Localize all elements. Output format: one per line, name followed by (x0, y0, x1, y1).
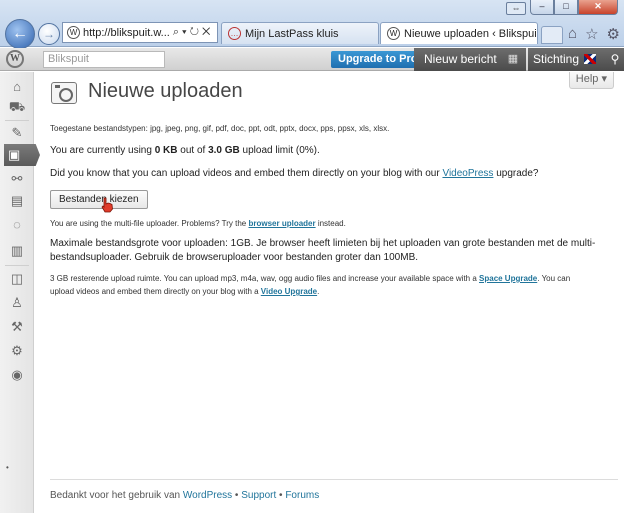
pages-icon[interactable]: ▤ (8, 192, 26, 210)
max-size-line-1: Maximale bestandsgrote voor uploaden: 1G… (50, 238, 596, 249)
menu-separator (5, 265, 29, 266)
page-title: Nieuwe uploaden (88, 80, 243, 102)
usage-suffix: upload limit (0%). (239, 145, 320, 156)
favorites-star-icon[interactable]: ☆ (585, 25, 598, 43)
usage-mid: out of (177, 145, 209, 156)
blog-name[interactable]: Blikspuit (43, 51, 165, 68)
notifications-icon[interactable]: ▦ (500, 48, 526, 71)
address-tools-icon[interactable]: ⌕ ▾ ↻ ✕ (173, 26, 211, 39)
video-upgrade-link[interactable]: Video Upgrade (261, 287, 317, 296)
restore-tabs-icon[interactable]: ⇔ (506, 2, 526, 15)
multi-file-suffix: instead. (315, 219, 346, 228)
browser-uploader-link[interactable]: browser uploader (248, 219, 315, 228)
choose-files-button[interactable]: Bestanden kiezen (50, 190, 148, 209)
help-button[interactable]: Help ▾ (568, 72, 614, 89)
collapse-menu-icon[interactable]: ◉ (8, 366, 26, 384)
wordpress-favicon-icon: W (67, 26, 80, 39)
browser-toolbar-icons: ⌂ ☆ ⚙ (568, 25, 620, 43)
footer-prefix: Bedankt voor het gebruik van (50, 490, 183, 501)
home-icon[interactable]: ⌂ (568, 25, 577, 43)
close-window-button[interactable]: ✕ (578, 0, 618, 15)
minimize-button[interactable]: – (530, 0, 554, 15)
main-content: Help ▾ Nieuwe uploaden Toegestane bestan… (34, 72, 624, 513)
allowed-file-types: Toegestane bestandstypen: jpg, jpeg, png… (50, 124, 390, 133)
back-button[interactable]: ← (5, 19, 35, 49)
wordpress-favicon-icon: W (387, 27, 400, 40)
multi-file-prefix: You are using the multi-file uploader. P… (50, 219, 249, 228)
support-link[interactable]: Support (241, 490, 276, 501)
forums-link[interactable]: Forums (285, 490, 319, 501)
menu-dot: • (6, 463, 9, 472)
appearance-icon[interactable]: ◫ (8, 270, 26, 288)
wordpress-logo-icon[interactable]: W (6, 50, 24, 68)
max-size-line-2: bestandsuploader. Gebruik de browseruplo… (50, 252, 419, 263)
upgrade-to-pro-button[interactable]: Upgrade to Pro (331, 51, 425, 68)
space-line2-prefix: upload videos and embed them directly on… (50, 287, 261, 296)
wp-admin-bar: W Blikspuit Upgrade to Pro Nieuw bericht… (0, 48, 624, 71)
dashboard-icon[interactable]: ⌂ (8, 78, 26, 96)
usage-used: 0 KB (154, 145, 178, 156)
tab-nieuwe-uploaden[interactable]: W Nieuwe uploaden ‹ Blikspui... ✕ (380, 22, 538, 44)
arrow-right-icon: → (43, 27, 55, 41)
media-upload-icon (51, 82, 77, 104)
tools-icon[interactable]: ⚒ (8, 318, 26, 336)
lastpass-favicon-icon: … (228, 27, 241, 40)
comments-icon[interactable]: ◌ (8, 216, 26, 234)
search-icon[interactable]: ⚲ (606, 48, 624, 71)
new-post-button[interactable]: Nieuw bericht (414, 48, 507, 71)
upload-usage: You are currently using 0 KB out of 3.0 … (50, 145, 320, 156)
footer-sep: • (232, 490, 242, 501)
menu-separator (5, 120, 29, 121)
browser-chrome: ⇔ – □ ✕ ← → W http://blikspuit.w... ⌕ ▾ … (0, 0, 624, 49)
tab-lastpass[interactable]: … Mijn LastPass kluis (221, 22, 379, 44)
videopress-prefix: Did you know that you can upload videos … (50, 168, 443, 179)
footer-sep: • (276, 490, 286, 501)
posts-pin-icon[interactable]: ✎ (8, 124, 26, 142)
space-prefix: 3 GB resterende upload ruimte. You can u… (50, 274, 480, 283)
usage-limit: 3.0 GB (208, 145, 240, 156)
address-url: http://blikspuit.w... (83, 26, 170, 39)
videopress-suffix: upgrade? (493, 168, 539, 179)
space-upgrade-link[interactable]: Space Upgrade (479, 274, 537, 283)
videopress-notice: Did you know that you can upload videos … (50, 168, 538, 179)
admin-footer: Bedankt voor het gebruik van WordPress •… (50, 490, 319, 501)
admin-side-menu: ⌂ ⛟ ✎ ▣ ⚯ ▤ ◌ ▥ ◫ ♙ ⚒ ⚙ ◉ • (0, 72, 40, 513)
space-upgrade-line-1: 3 GB resterende upload ruimte. You can u… (50, 274, 570, 283)
window-controls: – □ ✕ (530, 0, 618, 15)
space-line2-suffix: . (317, 287, 320, 296)
users-icon[interactable]: ♙ (8, 294, 26, 312)
hand-cursor-icon (101, 197, 113, 213)
tab-label: Mijn LastPass kluis (245, 27, 339, 40)
address-bar[interactable]: W http://blikspuit.w... ⌕ ▾ ↻ ✕ (62, 22, 218, 43)
gear-icon[interactable]: ⚙ (607, 25, 620, 43)
arrow-left-icon: ← (12, 25, 28, 42)
site-menu[interactable]: Stichting (528, 48, 606, 71)
links-icon[interactable]: ⚯ (8, 170, 26, 188)
videopress-link[interactable]: VideoPress (442, 168, 493, 179)
store-cart-icon[interactable]: ⛟ (8, 98, 26, 116)
settings-icon[interactable]: ⚙ (8, 342, 26, 360)
flag-icon (584, 54, 597, 64)
wordpress-link[interactable]: WordPress (183, 490, 232, 501)
new-tab-button[interactable] (541, 26, 563, 44)
footer-divider (50, 479, 618, 480)
multi-file-uploader-notice: You are using the multi-file uploader. P… (50, 219, 346, 228)
forward-button[interactable]: → (38, 23, 60, 45)
space-mid: . You can (537, 274, 571, 283)
site-label: Stichting (533, 52, 580, 66)
feedback-icon[interactable]: ▥ (8, 242, 26, 260)
maximize-button[interactable]: □ (554, 0, 578, 15)
usage-prefix: You are currently using (50, 145, 155, 156)
space-upgrade-line-2: upload videos and embed them directly on… (50, 287, 319, 296)
tab-label: Nieuwe uploaden ‹ Blikspui... (404, 27, 538, 40)
